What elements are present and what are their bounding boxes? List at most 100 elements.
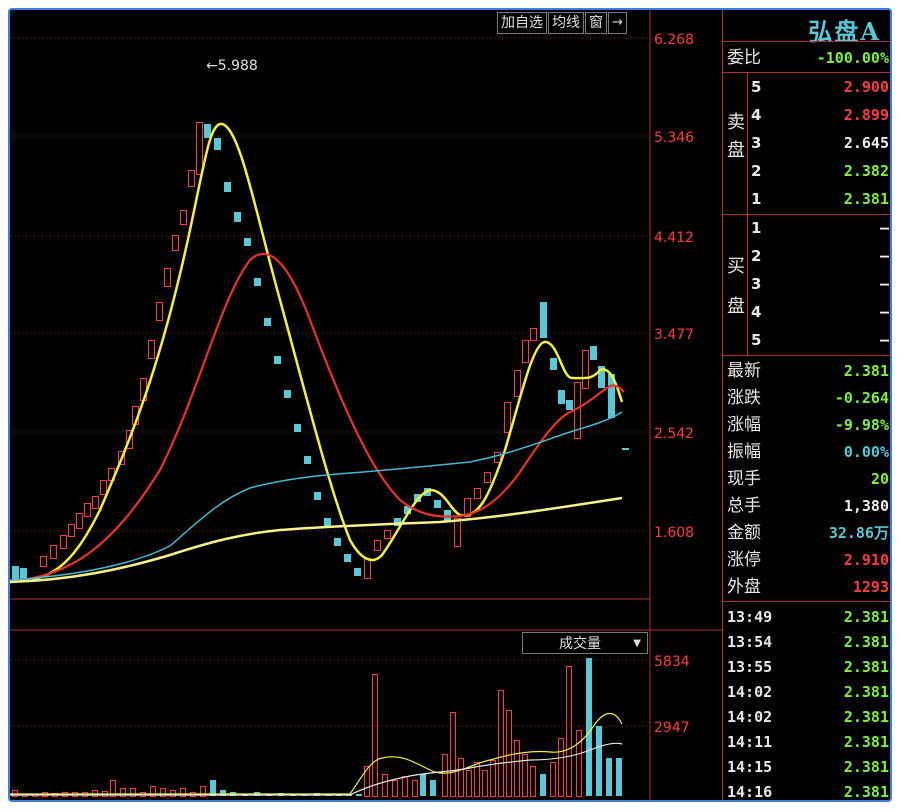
- sell-level-number: 2: [751, 162, 762, 180]
- bid-ask-ratio-row: 委比 -100.00%: [723, 45, 889, 71]
- quote-label: 最新: [727, 361, 761, 381]
- candle-up: [60, 535, 67, 549]
- candle-down: [550, 358, 557, 370]
- price-axis-label: 1.608: [654, 525, 694, 541]
- volume-bar-up: [382, 774, 388, 797]
- candle-up: [504, 402, 511, 433]
- buy-level-row: 3–: [749, 270, 889, 298]
- quote-row: 涨停 2.910: [723, 547, 889, 573]
- candle-down: [540, 302, 547, 338]
- quote-value: 32.86万: [828, 524, 889, 542]
- candle-up: [156, 302, 163, 321]
- volume-bar-down: [420, 774, 426, 796]
- candle-down: [590, 346, 597, 360]
- exit-arrow-icon[interactable]: →: [608, 12, 627, 34]
- candle-up: [522, 340, 529, 363]
- sell-level-price: 2.381: [843, 190, 889, 208]
- quote-row: 涨幅 -9.98%: [723, 412, 889, 438]
- candle-up: [164, 268, 171, 287]
- volume-bar-up: [506, 710, 512, 797]
- tick-time: 13:49: [727, 608, 773, 626]
- candle-up: [374, 540, 381, 551]
- volume-bar-up: [466, 770, 472, 797]
- quote-row: 振幅 0.00%: [723, 439, 889, 465]
- volume-bar-up: [442, 754, 448, 797]
- window-button[interactable]: 窗: [585, 12, 607, 34]
- tick-time: 14:15: [727, 758, 773, 776]
- volume-bar-up: [490, 760, 496, 797]
- volume-bar-down: [606, 758, 612, 796]
- moving-average-button[interactable]: 均线: [548, 12, 584, 34]
- candle-up: [582, 350, 589, 389]
- candle-down: [566, 400, 573, 410]
- quote-label: 现手: [727, 469, 761, 489]
- quote-label: 涨停: [727, 550, 761, 570]
- volume-bar-up: [576, 730, 582, 797]
- candle-down: [324, 518, 331, 526]
- add-watchlist-button[interactable]: 加自选: [497, 12, 547, 34]
- quote-panel: 弘盘A 委比 -100.00% 卖 盘 5 2.900 4 2.899 3 2.645 2 2…: [722, 10, 890, 801]
- buy-level-row: 2–: [749, 242, 889, 270]
- volume-bar-up: [498, 690, 504, 797]
- candle-down: [224, 182, 231, 192]
- quote-row: 现手 20: [723, 466, 889, 492]
- candle-down: [434, 500, 441, 508]
- tick-time: 14:02: [727, 683, 773, 701]
- tick-price: 2.381: [843, 733, 889, 751]
- sell-level-row: 5 2.900: [749, 73, 889, 101]
- sell-level-price: 2.899: [843, 106, 889, 124]
- volume-bar-down: [586, 658, 592, 796]
- tick-row: 14:11 2.381: [723, 730, 889, 755]
- candle-up: [384, 530, 391, 539]
- tick-price: 2.381: [843, 633, 889, 651]
- candle-down: [284, 390, 291, 398]
- candle-up: [180, 210, 187, 225]
- sell-level-number: 1: [751, 190, 762, 208]
- tick-time: 14:16: [727, 783, 773, 801]
- candle-down: [12, 566, 19, 580]
- volume-bar-up: [566, 666, 572, 797]
- sell-level-number: 4: [751, 106, 762, 124]
- volume-bar-down: [596, 726, 602, 796]
- quote-row: 涨跌 -0.264: [723, 385, 889, 411]
- volume-bar-up: [530, 766, 536, 797]
- buy-level-price: –: [879, 331, 889, 349]
- buy-side-label-bottom: 盘: [727, 296, 745, 317]
- ma5-line: [10, 122, 624, 584]
- candle-down: [264, 318, 271, 326]
- candle-up: [474, 488, 481, 499]
- quote-value: -0.264: [834, 389, 889, 407]
- tick-time: 14:02: [727, 708, 773, 726]
- sell-level-price: 2.382: [843, 162, 889, 180]
- volume-bar-up: [450, 712, 456, 797]
- sell-level-number: 3: [751, 134, 762, 152]
- volume-indicator-select[interactable]: 成交量 ▼: [522, 632, 648, 654]
- tick-row: 14:02 2.381: [723, 705, 889, 730]
- bid-ask-ratio-value: -100.00%: [816, 49, 889, 67]
- buy-level-row: 1–: [749, 214, 889, 242]
- sell-level-row: 2 2.382: [749, 157, 889, 185]
- buy-level-price: –: [879, 303, 889, 321]
- quote-label: 外盘: [727, 577, 761, 597]
- volume-indicator-label: 成交量: [559, 636, 601, 652]
- kline-chart[interactable]: 6.268 5.346 4.412 3.477 2.542 1.608 5834 2947 ←5…: [10, 10, 730, 802]
- candle-up: [40, 556, 47, 567]
- quote-value: 2.381: [843, 362, 889, 380]
- buy-level-price: –: [879, 219, 889, 237]
- quote-row: 外盘 1293: [723, 574, 889, 600]
- tick-price: 2.381: [843, 708, 889, 726]
- quote-row: 总手 1,380: [723, 493, 889, 519]
- tick-row: 13:54 2.381: [723, 630, 889, 655]
- quote-label: 涨幅: [727, 415, 761, 435]
- buy-level-number: 5: [751, 331, 762, 349]
- buy-level-price: –: [879, 247, 889, 265]
- candle-down: [294, 424, 301, 432]
- chart-area[interactable]: 6.268 5.346 4.412 3.477 2.542 1.608 5834 2947 ←5…: [10, 10, 730, 802]
- candle-down: [334, 538, 341, 546]
- candle-up: [92, 496, 99, 509]
- candle-down: [244, 238, 251, 246]
- volume-bar-down: [356, 794, 362, 796]
- tick-time: 13:54: [727, 633, 773, 651]
- candle-down: [304, 456, 311, 464]
- price-axis-label: 5.346: [654, 130, 694, 146]
